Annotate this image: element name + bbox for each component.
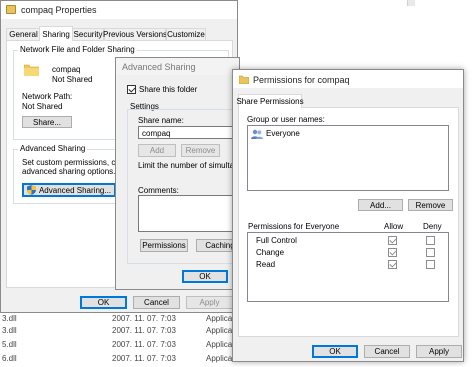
file-name: 3.dll: [2, 314, 17, 323]
share-name-field[interactable]: compaq: [138, 126, 242, 139]
tab-sharing[interactable]: Sharing: [39, 26, 73, 41]
permissions-button[interactable]: Permissions: [140, 239, 188, 252]
change-deny-checkbox[interactable]: [426, 248, 435, 257]
file-name: 6.dll: [2, 354, 17, 363]
network-path-value: Not Shared: [22, 102, 63, 111]
nfs-group-label: Network File and Folder Sharing: [18, 45, 137, 54]
users-icon: [251, 129, 263, 139]
properties-cancel-button[interactable]: Cancel: [133, 296, 180, 309]
permissions-title: Permissions for compaq: [253, 75, 350, 85]
share-name-label: Share name:: [138, 116, 184, 125]
user-name: Everyone: [266, 129, 300, 138]
full-control-allow-checkbox[interactable]: [388, 236, 397, 245]
folder-icon: [23, 63, 40, 77]
advanced-group-label: Advanced Sharing: [18, 144, 88, 153]
properties-title: compaq Properties: [21, 5, 97, 15]
advanced-sharing-title: Advanced Sharing: [122, 62, 196, 72]
properties-ok-button[interactable]: OK: [80, 296, 127, 309]
permissions-dialog: Permissions for compaq Share Permissions…: [232, 69, 464, 362]
properties-apply-button[interactable]: Apply: [186, 296, 233, 309]
file-date: 2007. 11. 07. 7:03: [112, 314, 176, 323]
perm-add-button[interactable]: Add...: [358, 199, 403, 211]
tab-security[interactable]: Security: [72, 28, 104, 40]
share-permissions-page: Group or user names: Everyone Add... Rem…: [238, 107, 459, 337]
folder-name: compaq: [52, 65, 81, 74]
read-allow-checkbox[interactable]: [388, 260, 397, 269]
share-remove-button[interactable]: Remove: [181, 144, 220, 157]
share-button[interactable]: Share...: [22, 116, 72, 128]
shield-icon: [26, 185, 36, 195]
folder-icon: [6, 5, 16, 14]
change-allow-checkbox[interactable]: [388, 248, 397, 257]
bg-scroll-stub: [407, 0, 415, 6]
file-type: Applica: [206, 354, 233, 363]
limit-users-label: Limit the number of simultanee: [138, 161, 248, 170]
file-type: Applica: [206, 326, 233, 335]
list-item[interactable]: Everyone: [251, 128, 300, 139]
advanced-desc-line2: advanced sharing options.: [22, 167, 116, 176]
advanced-sharing-dialog: Advanced Sharing Share this folder Setti…: [115, 57, 247, 290]
permissions-cancel-button[interactable]: Cancel: [364, 345, 410, 358]
file-type: Applica: [206, 314, 233, 323]
comments-label: Comments:: [138, 186, 179, 195]
perm-name-change: Change: [256, 248, 285, 257]
advanced-sharing-button[interactable]: Advanced Sharing...: [22, 183, 116, 197]
advanced-ok-button[interactable]: OK: [182, 270, 228, 283]
file-date: 2007. 11. 07. 7:03: [112, 326, 176, 335]
share-name-value: compaq: [142, 129, 171, 138]
share-folder-label[interactable]: Share this folder: [139, 85, 197, 94]
full-control-deny-checkbox[interactable]: [426, 236, 435, 245]
advanced-sharing-button-label: Advanced Sharing...: [38, 185, 112, 195]
tab-previous-versions[interactable]: Previous Versions: [103, 28, 167, 40]
user-list[interactable]: Everyone: [247, 125, 449, 191]
permissions-table: Full Control Change Read: [247, 232, 449, 302]
file-type: Applica: [206, 340, 233, 349]
group-user-names-label: Group or user names:: [247, 115, 325, 124]
perm-remove-button[interactable]: Remove: [408, 199, 453, 211]
allow-column-header: Allow: [384, 222, 404, 231]
perm-name-read: Read: [256, 260, 276, 269]
tab-customize[interactable]: Customize: [166, 28, 206, 40]
perm-name-full-control: Full Control: [256, 236, 297, 245]
folder-status: Not Shared: [52, 75, 93, 84]
tab-share-permissions[interactable]: Share Permissions: [236, 94, 304, 108]
file-date: 2007. 11. 07. 7:03: [112, 340, 176, 349]
share-add-button[interactable]: Add: [138, 144, 176, 157]
comments-field[interactable]: [138, 195, 242, 232]
tab-general[interactable]: General: [6, 28, 41, 40]
properties-titlebar[interactable]: compaq Properties: [1, 1, 237, 19]
permissions-apply-button[interactable]: Apply: [416, 345, 462, 358]
read-deny-checkbox[interactable]: [426, 260, 435, 269]
permissions-ok-button[interactable]: OK: [312, 345, 358, 358]
shared-folder-icon: [238, 75, 250, 85]
deny-column-header: Deny: [423, 222, 442, 231]
permissions-titlebar[interactable]: Permissions for compaq: [233, 70, 463, 88]
share-folder-checkbox[interactable]: [127, 85, 136, 94]
permissions-for-label: Permissions for Everyone: [248, 222, 340, 231]
file-date: 2007. 11. 07. 7:03: [112, 354, 176, 363]
network-path-label: Network Path:: [22, 92, 73, 101]
file-name: 3.dll: [2, 326, 17, 335]
file-name: 5.dll: [2, 340, 17, 349]
advanced-sharing-titlebar[interactable]: Advanced Sharing: [116, 58, 239, 75]
